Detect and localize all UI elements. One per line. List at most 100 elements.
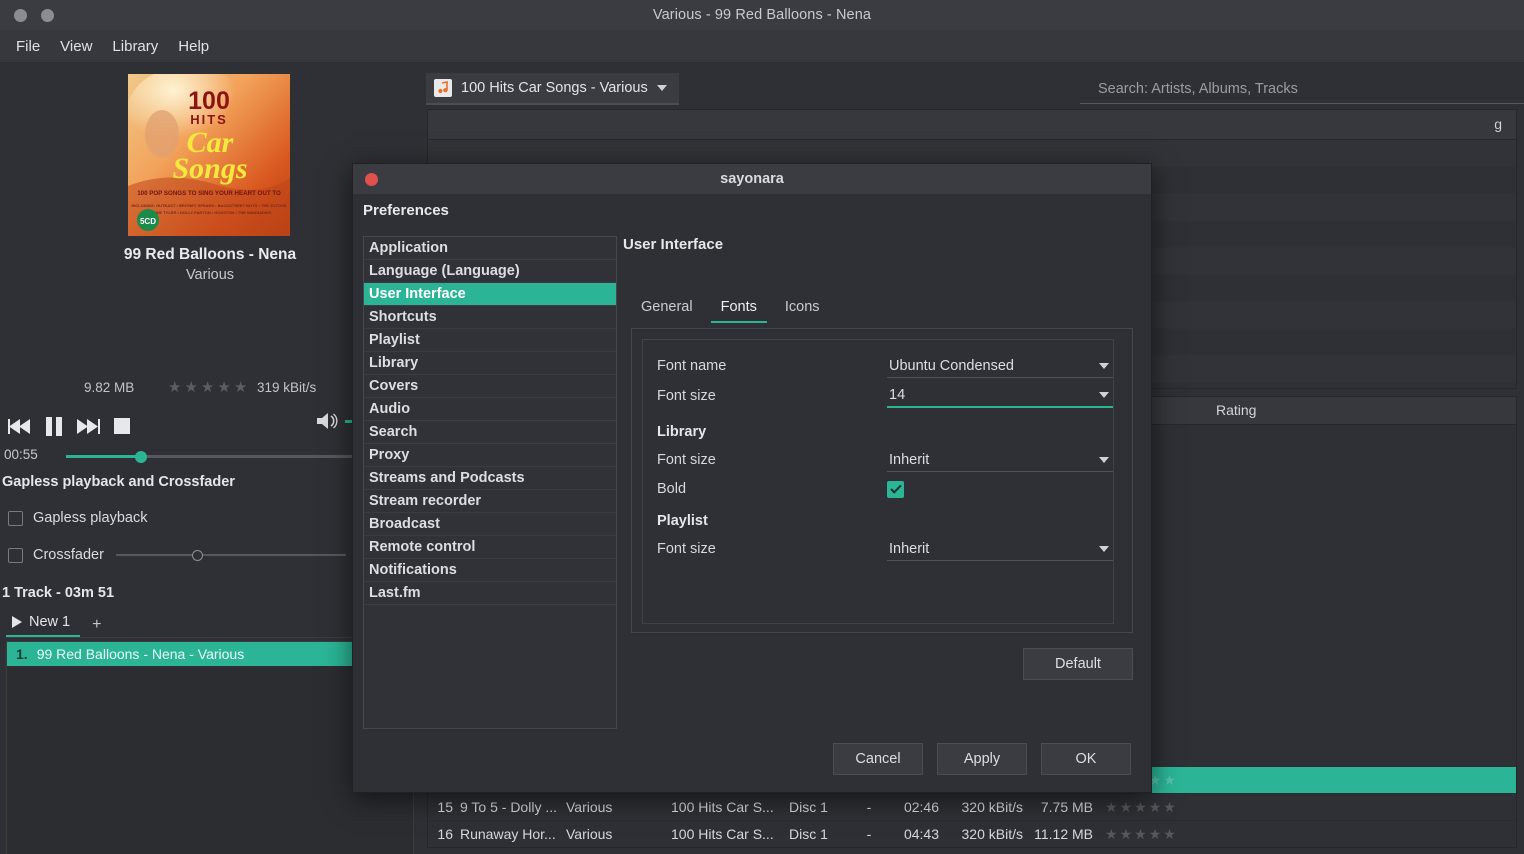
- menu-view[interactable]: View: [50, 35, 102, 58]
- gapless-section-title: Gapless playback and Crossfader: [2, 474, 235, 490]
- album-cover-image[interactable]: 100 HITS Car Songs 100 POP SONGS TO SING…: [128, 74, 290, 236]
- crossfader-handle[interactable]: [192, 550, 203, 561]
- menu-library[interactable]: Library: [102, 35, 168, 58]
- track-number: 15: [437, 799, 453, 815]
- library-bold-row: Bold: [643, 475, 1115, 503]
- track-artist: Various: [566, 799, 613, 815]
- seek-fill: [66, 455, 141, 458]
- sidebar-item-proxy[interactable]: Proxy: [364, 444, 616, 467]
- font-size-select[interactable]: 14: [887, 384, 1113, 408]
- playlist-font-size-value: Inherit: [889, 540, 930, 557]
- star-icon[interactable]: ★: [1120, 800, 1133, 814]
- track-bitrate: 320 kBit/s: [961, 826, 1023, 842]
- sidebar-item-broadcast[interactable]: Broadcast: [364, 513, 616, 536]
- star-icon[interactable]: ★: [184, 380, 197, 395]
- star-icon[interactable]: ★: [1134, 827, 1147, 841]
- gapless-playback-row[interactable]: Gapless playback: [8, 510, 147, 526]
- add-playlist-button[interactable]: +: [84, 616, 109, 634]
- svg-text:BONNIE TYLER • DOLLY PARTON •: BONNIE TYLER • DOLLY PARTON • HOUSTON • …: [147, 210, 272, 215]
- cancel-button[interactable]: Cancel: [833, 743, 923, 775]
- library-bold-checkbox[interactable]: [887, 480, 904, 498]
- ok-button[interactable]: OK: [1041, 743, 1131, 775]
- sidebar-item-covers[interactable]: Covers: [364, 375, 616, 398]
- tab-icons[interactable]: Icons: [775, 296, 830, 323]
- dialog-action-buttons: Cancel Apply OK: [833, 743, 1131, 775]
- sidebar-item-playlist[interactable]: Playlist: [364, 329, 616, 352]
- star-icon[interactable]: ★: [201, 380, 214, 395]
- sidebar-item-lastfm[interactable]: Last.fm: [364, 582, 616, 605]
- sidebar-item-library[interactable]: Library: [364, 352, 616, 375]
- stop-button[interactable]: [108, 413, 136, 439]
- star-icon[interactable]: ★: [1163, 773, 1176, 787]
- star-icon[interactable]: ★: [234, 380, 247, 395]
- seek-handle[interactable]: [135, 450, 147, 463]
- menu-help[interactable]: Help: [168, 35, 219, 58]
- star-icon[interactable]: ★: [1149, 827, 1162, 841]
- svg-text:100: 100: [188, 87, 230, 115]
- album-tab-label: 100 Hits Car Songs - Various: [461, 80, 648, 96]
- default-button[interactable]: Default: [1023, 648, 1133, 680]
- preferences-sidebar[interactable]: Application Language (Language) User Int…: [363, 236, 617, 729]
- star-icon[interactable]: ★: [1134, 800, 1147, 814]
- crossfader-checkbox[interactable]: [8, 547, 23, 563]
- library-search-field[interactable]: Search: Artists, Albums, Tracks: [1080, 77, 1524, 104]
- svg-text:HITS: HITS: [190, 112, 228, 127]
- font-name-select[interactable]: Ubuntu Condensed: [887, 354, 1113, 378]
- playlist-font-size-select[interactable]: Inherit: [887, 537, 1113, 561]
- star-icon[interactable]: ★: [1105, 800, 1118, 814]
- tab-fonts[interactable]: Fonts: [710, 296, 767, 323]
- sidebar-item-notifications[interactable]: Notifications: [364, 559, 616, 582]
- table-row[interactable]: 16 Runaway Hor... Various 100 Hits Car S…: [428, 821, 1516, 847]
- tab-general[interactable]: General: [631, 296, 703, 323]
- table-row[interactable]: 15 9 To 5 - Dolly ... Various 100 Hits C…: [428, 794, 1516, 821]
- dialog-heading: Preferences: [363, 202, 449, 219]
- star-icon[interactable]: ★: [217, 380, 230, 395]
- sidebar-item-stream-recorder[interactable]: Stream recorder: [364, 490, 616, 513]
- window-close-button[interactable]: [14, 8, 27, 22]
- star-icon[interactable]: ★: [1163, 800, 1176, 814]
- star-icon[interactable]: ★: [1163, 827, 1176, 841]
- dialog-title: sayonara: [720, 171, 784, 187]
- window-minimize-button[interactable]: [41, 8, 54, 22]
- sidebar-item-streams-and-podcasts[interactable]: Streams and Podcasts: [364, 467, 616, 490]
- gapless-checkbox[interactable]: [8, 510, 23, 526]
- chevron-down-icon: [1099, 362, 1109, 369]
- album-grid-header[interactable]: g: [428, 110, 1516, 140]
- track-disc: Disc 1: [789, 826, 828, 842]
- star-icon[interactable]: ★: [1105, 827, 1118, 841]
- menu-bar: File View Library Help: [0, 30, 1524, 63]
- sidebar-item-search[interactable]: Search: [364, 421, 616, 444]
- album-tab[interactable]: 100 Hits Car Songs - Various: [426, 73, 679, 105]
- star-icon[interactable]: ★: [168, 380, 181, 395]
- crossfader-row[interactable]: Crossfader: [8, 547, 104, 563]
- star-icon[interactable]: ★: [1120, 827, 1133, 841]
- previous-button[interactable]: [6, 413, 34, 439]
- crossfader-slider[interactable]: [116, 554, 346, 556]
- sidebar-item-shortcuts[interactable]: Shortcuts: [364, 306, 616, 329]
- pause-button[interactable]: [40, 413, 68, 439]
- sidebar-item-language[interactable]: Language (Language): [364, 260, 616, 283]
- dialog-close-button[interactable]: [365, 172, 378, 186]
- track-rating-stars[interactable]: ★ ★ ★ ★ ★: [168, 380, 247, 395]
- menu-file[interactable]: File: [6, 35, 50, 58]
- library-font-size-value: Inherit: [889, 451, 930, 468]
- track-rating[interactable]: ★★★★★: [1099, 800, 1176, 814]
- sidebar-item-audio[interactable]: Audio: [364, 398, 616, 421]
- library-font-size-select[interactable]: Inherit: [887, 448, 1113, 472]
- star-icon[interactable]: ★: [1149, 800, 1162, 814]
- sidebar-item-remote-control[interactable]: Remote control: [364, 536, 616, 559]
- chevron-down-icon[interactable]: [656, 85, 667, 91]
- library-group-row: Library: [643, 418, 1115, 446]
- sidebar-item-user-interface[interactable]: User Interface: [364, 283, 616, 306]
- play-triangle-icon: [12, 616, 22, 628]
- playlist-font-size-label: Font size: [657, 541, 716, 557]
- sidebar-item-application[interactable]: Application: [364, 237, 616, 260]
- track-filesize: 9.82 MB: [84, 379, 135, 395]
- playlist-tab-new-1[interactable]: New 1: [6, 612, 81, 637]
- track-rating[interactable]: ★★★★★: [1099, 827, 1176, 841]
- apply-button[interactable]: Apply: [937, 743, 1027, 775]
- font-size-row: Font size 14: [643, 382, 1115, 410]
- playlist-font-size-row: Font size Inherit: [643, 535, 1115, 563]
- window-controls[interactable]: [8, 0, 54, 30]
- next-button[interactable]: [74, 413, 102, 439]
